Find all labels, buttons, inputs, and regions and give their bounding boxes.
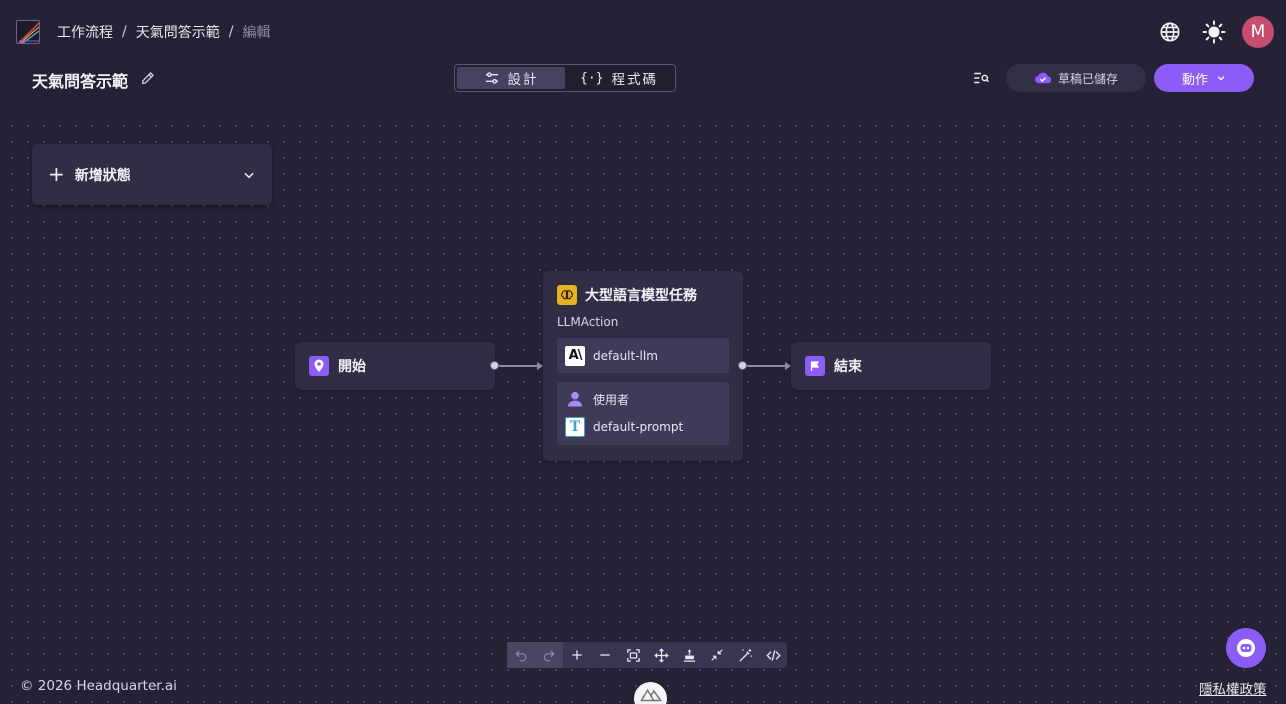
privacy-policy-link[interactable]: 隱私權政策 xyxy=(1199,678,1267,698)
workflow-title: 天氣問答示範 xyxy=(32,72,129,91)
move-icon xyxy=(653,647,669,663)
fit-view-icon xyxy=(626,648,640,662)
action-menu-button[interactable]: 動作 xyxy=(1154,64,1254,92)
prompt-role: 使用者 xyxy=(593,392,630,407)
sliders-icon xyxy=(485,72,498,84)
user-avatar[interactable]: M xyxy=(1242,16,1274,48)
text-template-icon: T xyxy=(565,417,585,437)
pencil-icon xyxy=(141,72,154,85)
undo-button[interactable] xyxy=(507,642,535,668)
zoom-in-button[interactable] xyxy=(563,642,591,668)
start-node-output-handle[interactable] xyxy=(490,361,499,370)
theme-toggle-button[interactable] xyxy=(1200,18,1228,46)
fit-view-button[interactable] xyxy=(619,642,647,668)
llm-node-title: 大型語言模型任務 xyxy=(585,288,697,304)
zoom-in-icon xyxy=(572,650,582,660)
flag-icon xyxy=(805,356,825,376)
globe-icon xyxy=(1160,22,1180,42)
copyright-text: © 2026 Headquarter.ai xyxy=(20,678,177,694)
start-node[interactable]: 開始 xyxy=(295,342,495,390)
user-icon xyxy=(567,391,583,407)
redo-button[interactable] xyxy=(535,642,563,668)
redo-icon xyxy=(543,650,555,662)
code-icon xyxy=(765,649,781,661)
tab-code-label: 程式碼 xyxy=(611,72,658,88)
breadcrumb-workflow-name[interactable]: 天氣問答示範 xyxy=(136,22,220,42)
edge-start-to-llm[interactable] xyxy=(499,362,543,369)
tab-code[interactable]: {·} 程式碼 xyxy=(565,67,673,89)
cloud-check-icon xyxy=(1035,72,1052,84)
zoom-out-button[interactable] xyxy=(591,642,619,668)
llm-node-output-handle[interactable] xyxy=(738,361,747,370)
braces-icon: {·} xyxy=(580,70,604,86)
llm-model-box[interactable]: A\ default-llm xyxy=(557,338,729,373)
sun-icon xyxy=(1202,20,1226,44)
chevron-down-icon xyxy=(244,172,254,178)
brain-icon xyxy=(557,285,577,305)
llm-model-name: default-llm xyxy=(593,348,658,363)
align-icon xyxy=(683,648,695,662)
prompt-name: default-prompt xyxy=(593,420,684,434)
canvas-toolbar xyxy=(507,642,787,668)
edge-llm-to-end[interactable] xyxy=(747,362,791,369)
llm-node-type: LLMAction xyxy=(557,315,619,329)
chevron-down-icon xyxy=(1217,76,1225,81)
pan-button[interactable] xyxy=(647,642,675,668)
map-pin-icon xyxy=(309,356,329,376)
start-node-label: 開始 xyxy=(338,359,366,375)
search-list-button[interactable] xyxy=(972,69,990,87)
add-state-label: 新增狀態 xyxy=(74,167,131,184)
nuxt-icon xyxy=(639,688,662,702)
collapse-button[interactable] xyxy=(703,642,731,668)
plus-icon: + xyxy=(48,161,65,186)
chat-bot-icon xyxy=(1237,639,1255,657)
breadcrumb: 工作流程 / 天氣問答示範 / 編輯 xyxy=(57,22,270,42)
llm-action-node[interactable]: 大型語言模型任務 LLMAction A\ default-llm 使用者 T … xyxy=(543,271,743,461)
view-toggle: 設計 {·} 程式碼 xyxy=(454,64,676,92)
auto-layout-button[interactable] xyxy=(675,642,703,668)
action-menu-label: 動作 xyxy=(1181,72,1208,88)
draft-status-badge: 草稿已儲存 xyxy=(1006,64,1146,92)
end-node[interactable]: 結束 xyxy=(791,342,991,390)
draft-status-text: 草稿已儲存 xyxy=(1057,71,1118,86)
magic-button[interactable] xyxy=(731,642,759,668)
undo-icon xyxy=(515,650,527,662)
breadcrumb-separator: / xyxy=(122,24,127,40)
logo-icon xyxy=(18,22,39,43)
zoom-out-icon xyxy=(600,654,610,656)
anthropic-icon: A\ xyxy=(565,345,585,366)
app-logo[interactable] xyxy=(16,20,40,44)
language-button[interactable] xyxy=(1156,18,1184,46)
search-list-icon xyxy=(974,72,990,84)
breadcrumb-current: 編輯 xyxy=(242,25,271,41)
magic-wand-icon xyxy=(738,648,752,662)
nuxt-devtools-button[interactable] xyxy=(634,682,667,704)
add-state-panel[interactable]: + 新增狀態 xyxy=(32,144,272,205)
collapse-icon xyxy=(711,649,723,661)
llm-prompt-box[interactable]: 使用者 T default-prompt xyxy=(557,382,729,445)
code-view-button[interactable] xyxy=(759,642,787,668)
edit-title-button[interactable] xyxy=(140,70,156,86)
tab-design[interactable]: 設計 xyxy=(457,67,565,89)
breadcrumb-separator: / xyxy=(228,24,234,40)
breadcrumb-workflows[interactable]: 工作流程 xyxy=(57,22,113,42)
tab-design-label: 設計 xyxy=(507,72,539,88)
end-node-label: 結束 xyxy=(834,359,862,375)
top-bar xyxy=(0,0,1286,112)
chat-assistant-button[interactable] xyxy=(1226,628,1266,668)
